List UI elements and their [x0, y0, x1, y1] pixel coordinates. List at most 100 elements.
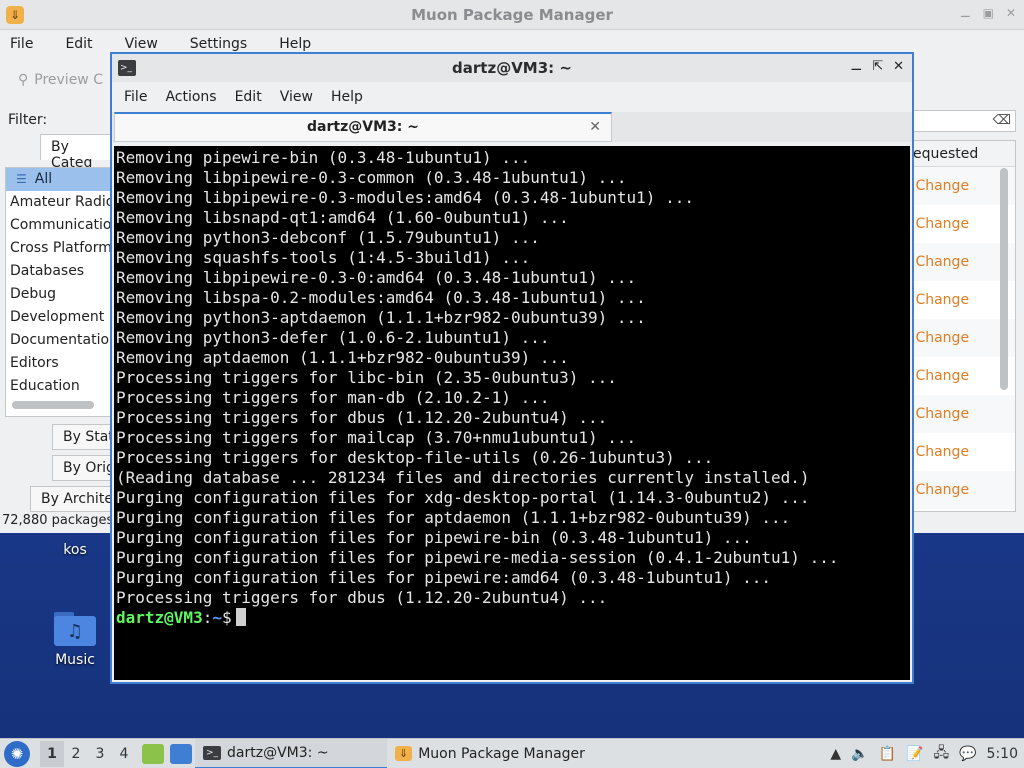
terminal-prompt: dartz@VM3:~$ [116, 608, 910, 628]
category-item[interactable]: Cross Platform [6, 237, 112, 260]
menu-edit[interactable]: Edit [227, 89, 270, 105]
tab-by-category[interactable]: By Categ [40, 134, 120, 171]
category-item[interactable]: Editors [6, 352, 112, 375]
workspace-4[interactable]: 4 [112, 746, 136, 762]
terminal-line: Processing triggers for dbus (1.12.20-2u… [116, 408, 608, 427]
menu-help[interactable]: Help [275, 36, 315, 52]
muon-window-title: Muon Package Manager [411, 5, 613, 24]
terminal-line: Purging configuration files for pipewire… [116, 548, 839, 567]
package-count: 72,880 packages [2, 513, 114, 528]
menu-view[interactable]: View [121, 36, 162, 52]
terminal-lines: Removing pipewire-bin (0.3.48-1ubuntu1) … [116, 148, 910, 608]
updates-icon[interactable]: ▲ [830, 746, 841, 762]
terminal-line: Removing python3-defer (1.0.6-2.1ubuntu1… [116, 328, 550, 347]
terminal-line: Processing triggers for dbus (1.12.20-2u… [116, 588, 608, 607]
terminal-line: Purging configuration files for pipewire… [116, 568, 772, 587]
preview-label: Preview C [34, 72, 103, 88]
application-menu-button[interactable]: ✺ [4, 740, 30, 767]
preview-changes-button[interactable]: ⚲ Preview C [18, 72, 103, 88]
minimize-icon[interactable]: ⚊ [960, 6, 971, 20]
close-icon[interactable]: ✕ [1006, 6, 1016, 20]
muon-app-icon: ⇓ [6, 6, 24, 24]
maximize-icon[interactable]: ▣ [983, 6, 994, 20]
terminal-line: Purging configuration files for pipewire… [116, 528, 752, 547]
notifications-icon[interactable]: 💬 [959, 746, 976, 762]
column-header-requested[interactable]: equested [911, 141, 1015, 167]
category-item-all[interactable]: ☰ All [6, 168, 112, 191]
task-terminal[interactable]: >_ dartz@VM3: ~ [195, 738, 387, 768]
clipboard-icon[interactable]: 📋 [879, 746, 896, 762]
prompt-path: ~ [212, 608, 222, 627]
terminal-window: >_ dartz@VM3: ~ ⚊ ⇱ ✕ File Actions Edit … [110, 52, 914, 684]
by-architecture-button[interactable]: By Archite [30, 486, 116, 512]
category-item[interactable]: Databases [6, 260, 112, 283]
by-status-button[interactable]: By Stat [52, 424, 116, 450]
terminal-icon: >_ [203, 745, 222, 760]
category-item[interactable]: Development [6, 306, 112, 329]
table-row-change[interactable]: Change [911, 433, 1015, 471]
terminal-tab-label: dartz@VM3: ~ [307, 119, 419, 135]
menu-file[interactable]: File [6, 36, 37, 52]
table-row-change[interactable]: Change [911, 395, 1015, 433]
category-item[interactable]: Debug [6, 283, 112, 306]
terminal-line: Removing libpipewire-0.3-modules:amd64 (… [116, 188, 694, 207]
terminal-line: (Reading database ... 281234 files and d… [116, 468, 810, 487]
menu-file[interactable]: File [116, 89, 155, 105]
terminal-line: Removing python3-debconf (1.5.79ubuntu1)… [116, 228, 540, 247]
workspace-2[interactable]: 2 [64, 746, 88, 762]
file-manager-icon[interactable] [142, 743, 164, 764]
show-desktop-icon[interactable] [170, 743, 192, 764]
terminal-window-title: dartz@VM3: ~ [452, 59, 572, 77]
terminal-line: Purging configuration files for xdg-desk… [116, 488, 810, 507]
terminal-line: Processing triggers for desktop-file-uti… [116, 448, 714, 467]
prompt-symbol: $ [221, 608, 232, 627]
volume-icon[interactable]: 🔈 [851, 746, 868, 762]
search-icon: ⚲ [18, 72, 29, 88]
category-item[interactable]: Documentation [6, 329, 112, 352]
prompt-separator: : [202, 608, 213, 627]
terminal-line: Purging configuration files for aptdaemo… [116, 508, 791, 527]
taskbar: ✺ 1 2 3 4 >_ dartz@VM3: ~ ⇓ Muon Package… [0, 738, 1024, 768]
list-icon: ☰ [16, 172, 27, 186]
prompt-user: dartz@VM3 [116, 608, 203, 627]
menu-settings[interactable]: Settings [186, 36, 251, 52]
terminal-output[interactable]: Removing pipewire-bin (0.3.48-1ubuntu1) … [114, 146, 910, 680]
tab-close-icon[interactable]: ✕ [589, 114, 601, 140]
terminal-line: Removing libsnapd-qt1:amd64 (1.60-0ubunt… [116, 208, 569, 227]
package-table-scrollbar[interactable] [1000, 168, 1008, 390]
terminal-line: Removing libpipewire-0.3-0:amd64 (0.3.48… [116, 268, 637, 287]
category-item[interactable]: Amateur Radio [6, 191, 112, 214]
menu-help[interactable]: Help [323, 89, 371, 105]
minimize-icon[interactable]: ⚊ [851, 59, 863, 74]
terminal-line: Processing triggers for libc-bin (2.35-0… [116, 368, 617, 387]
terminal-line: Processing triggers for mailcap (3.70+nm… [116, 428, 637, 447]
workspace-3[interactable]: 3 [88, 746, 112, 762]
search-input[interactable]: ⌫ [910, 110, 1016, 132]
menu-edit[interactable]: Edit [61, 36, 96, 52]
category-item[interactable]: Communication [6, 214, 112, 237]
desktop-icon-label: Music [55, 652, 95, 668]
system-tray: ▲ 🔈 📋 📝 🖧 💬 5:10 [830, 742, 1024, 766]
by-origin-button[interactable]: By Orig [52, 455, 116, 481]
terminal-tab[interactable]: dartz@VM3: ~ ✕ [114, 112, 612, 142]
desktop-icon-kos[interactable]: kos [30, 536, 120, 558]
menu-actions[interactable]: Actions [157, 89, 224, 105]
maximize-icon[interactable]: ⇱ [872, 59, 883, 74]
terminal-line: Removing aptdaemon (1.1.1+bzr982-0ubuntu… [116, 348, 569, 367]
category-scrollbar[interactable] [12, 401, 94, 409]
category-item[interactable]: Education [6, 375, 112, 398]
menu-view[interactable]: View [272, 89, 321, 105]
clear-search-icon[interactable]: ⌫ [993, 113, 1011, 128]
category-list: ☰ All Amateur Radio Communication Cross P… [5, 167, 113, 417]
desktop-icon-music[interactable]: ♫ Music [30, 610, 120, 668]
muon-titlebar[interactable]: ⇓ Muon Package Manager ⚊ ▣ ✕ [0, 0, 1024, 30]
clock[interactable]: 5:10 [987, 746, 1018, 762]
table-row-change[interactable]: Change [911, 471, 1015, 509]
task-muon[interactable]: ⇓ Muon Package Manager [387, 739, 587, 768]
close-icon[interactable]: ✕ [893, 59, 904, 74]
network-icon[interactable]: 🖧 [933, 742, 949, 766]
workspace-1[interactable]: 1 [40, 740, 64, 767]
notes-icon[interactable]: 📝 [906, 746, 923, 762]
terminal-titlebar[interactable]: >_ dartz@VM3: ~ ⚊ ⇱ ✕ [112, 54, 912, 82]
terminal-line: Processing triggers for man-db (2.10.2-1… [116, 388, 550, 407]
